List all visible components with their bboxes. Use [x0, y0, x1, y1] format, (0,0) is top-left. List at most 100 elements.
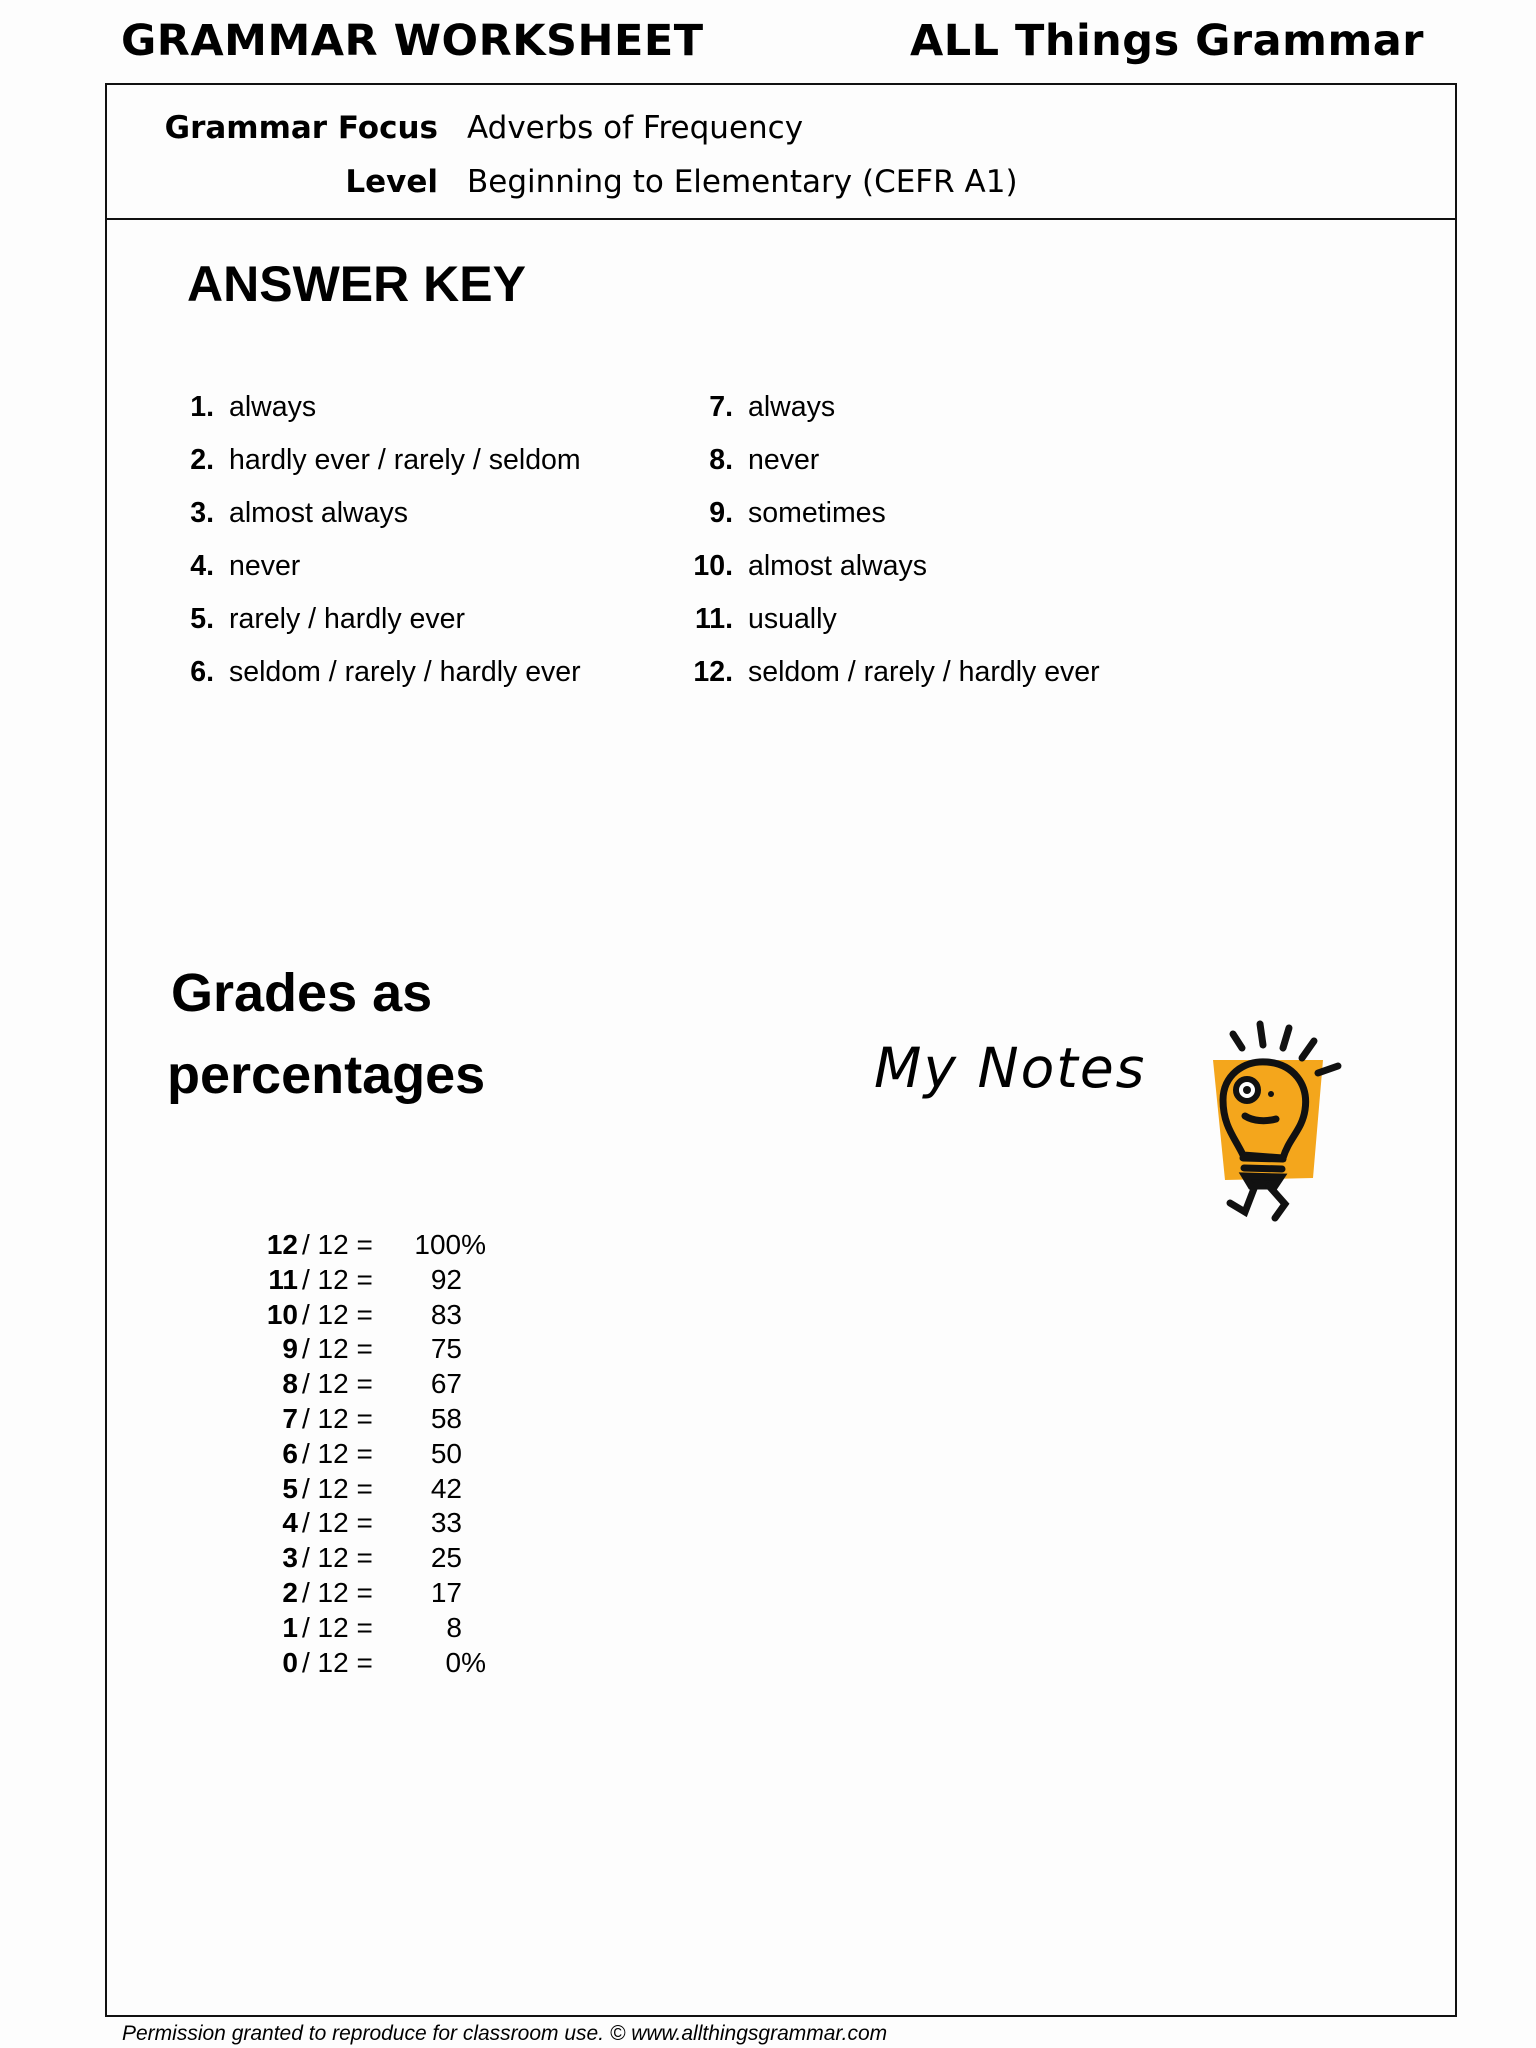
answer-item: 2. hardly ever / rarely / seldom: [166, 440, 581, 480]
grade-score: 0: [282, 1646, 298, 1678]
answer-text: always: [229, 391, 317, 423]
grade-out-of: / 12 =: [302, 1263, 373, 1295]
grade-score: 5: [282, 1472, 298, 1504]
ray-3: [1279, 1024, 1293, 1052]
grade-percent: 0%: [445, 1646, 486, 1678]
answer-text: almost always: [229, 497, 408, 529]
answer-item: 1. always: [166, 387, 316, 427]
grade-percent: 17: [430, 1577, 462, 1608]
answer-text: never: [748, 444, 820, 476]
grade-row: 9/ 12 = 75: [250, 1331, 462, 1366]
answer-number: 1.: [190, 391, 214, 423]
grade-out-of: / 12 =: [302, 1229, 373, 1260]
grade-row: 11/ 12 = 92: [250, 1262, 462, 1297]
answer-text: rarely / hardly ever: [229, 603, 466, 635]
grade-out-of: / 12 =: [302, 1611, 373, 1643]
grade-out-of: / 12 =: [302, 1403, 373, 1434]
grade-percent: 42: [430, 1472, 462, 1504]
level-value: Beginning to Elementary (CEFR A1): [467, 164, 1018, 200]
grade-score: 6: [282, 1437, 298, 1469]
level-label: Level: [345, 164, 438, 200]
leg-right: [1265, 1182, 1290, 1222]
grade-score: 11: [268, 1263, 298, 1295]
grade-row: 5/ 12 = 42: [250, 1471, 462, 1506]
answer-number: 9.: [709, 497, 733, 529]
answer-number: 4.: [190, 550, 214, 582]
grade-out-of: / 12 =: [302, 1333, 373, 1365]
answer-number: 12.: [693, 656, 733, 688]
leg-left: [1226, 1182, 1259, 1218]
answer-number: 10.: [693, 550, 733, 582]
grade-score: 8: [282, 1368, 298, 1400]
answer-number: 11.: [694, 603, 733, 635]
answer-text: almost always: [748, 550, 927, 582]
grammar-focus-value: Adverbs of Frequency: [467, 110, 804, 146]
answer-item: 3. almost always: [166, 493, 408, 533]
grade-score: 10: [266, 1298, 298, 1330]
grade-row: 6/ 12 = 50: [250, 1436, 462, 1471]
grammar-focus-label: Grammar Focus: [164, 110, 438, 146]
answer-item: 9. sometimes: [685, 493, 886, 533]
answer-text: hardly ever / rarely / seldom: [229, 444, 581, 476]
answer-text: sometimes: [748, 497, 886, 529]
answer-item: 8. never: [685, 440, 819, 480]
grade-row: 4/ 12 = 33: [250, 1505, 462, 1540]
grade-percent: 50: [430, 1437, 462, 1469]
grade-percent: 58: [430, 1403, 462, 1434]
grade-score: 1: [282, 1611, 298, 1643]
grade-row: 1/ 12 = 8: [250, 1610, 462, 1645]
grade-row: 7/ 12 = 58: [250, 1401, 462, 1436]
worksheet-title: GRAMMAR WORKSHEET: [121, 16, 704, 66]
grade-row: 8/ 12 = 67: [250, 1366, 462, 1401]
answer-item: 10. almost always: [685, 546, 927, 586]
grade-percent: 75: [430, 1333, 462, 1365]
grade-row: 0/ 12 = 0%: [250, 1645, 486, 1680]
my-notes-heading: My Notes: [874, 1036, 1147, 1100]
grade-score: 4: [282, 1507, 298, 1539]
answer-number: 7.: [709, 391, 733, 423]
ray-2: [1256, 1020, 1267, 1049]
answer-text: never: [229, 550, 301, 582]
brand-title: ALL Things Grammar: [909, 16, 1424, 66]
answer-item: 7. always: [685, 387, 835, 427]
answer-item: 12. seldom / rarely / hardly ever: [685, 652, 1099, 692]
grade-score: 7: [282, 1403, 298, 1434]
grade-percent: 33: [430, 1507, 462, 1539]
answer-text: always: [748, 391, 836, 423]
grade-score: 12: [266, 1229, 298, 1260]
copyright-footer: Permission granted to reproduce for clas…: [122, 2022, 888, 2045]
grade-out-of: / 12 =: [302, 1368, 373, 1400]
answer-item: 5. rarely / hardly ever: [166, 599, 465, 639]
lightbulb-character-icon: [1205, 1018, 1355, 1223]
grade-out-of: / 12 =: [302, 1507, 373, 1539]
grade-score: 3: [282, 1542, 298, 1574]
header-divider: [105, 218, 1457, 220]
answer-key-heading: ANSWER KEY: [187, 256, 526, 312]
answer-number: 2.: [190, 444, 214, 476]
ray-4: [1298, 1037, 1318, 1062]
grade-score: 9: [282, 1333, 298, 1365]
grade-row: 3/ 12 = 25: [250, 1540, 462, 1575]
grade-out-of: / 12 =: [302, 1577, 373, 1608]
grade-percent: 100%: [414, 1229, 486, 1260]
grade-percent: 67: [430, 1368, 462, 1400]
grade-score: 2: [282, 1577, 298, 1608]
grade-out-of: / 12 =: [302, 1472, 373, 1504]
grade-row: 12/ 12 = 100%: [250, 1227, 486, 1262]
grade-row: 10/ 12 = 83: [250, 1297, 462, 1332]
bulb-outline: [1219, 1058, 1310, 1162]
answer-number: 3.: [190, 497, 214, 529]
grade-out-of: / 12 =: [302, 1298, 373, 1330]
answer-item: 6. seldom / rarely / hardly ever: [166, 652, 580, 692]
answer-item: 4. never: [166, 546, 300, 586]
answer-number: 5.: [190, 603, 214, 635]
grade-out-of: / 12 =: [302, 1646, 373, 1678]
grade-percent: 92: [430, 1263, 462, 1295]
grades-heading-line-1: Grades as: [171, 963, 433, 1023]
answer-text: usually: [748, 603, 837, 635]
grade-percent: 25: [430, 1542, 462, 1574]
ray-1: [1229, 1030, 1246, 1052]
grade-percent: 83: [430, 1298, 462, 1330]
answer-number: 6.: [190, 656, 214, 688]
grade-row: 2/ 12 = 17: [250, 1575, 462, 1610]
